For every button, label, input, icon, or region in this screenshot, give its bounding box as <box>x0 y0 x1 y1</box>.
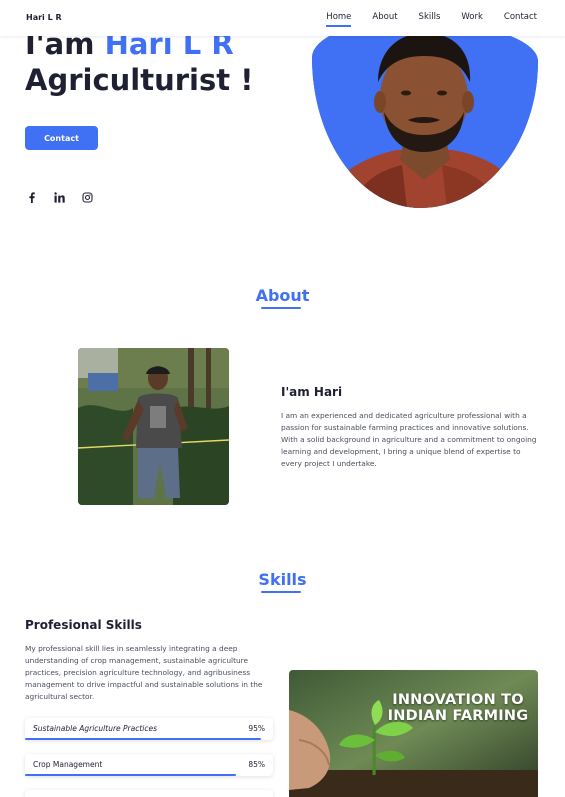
skill-percent: 95% <box>248 724 265 733</box>
skill-progress-bar <box>25 738 261 740</box>
skills-description: My professional skill lies in seamlessly… <box>25 644 263 701</box>
skill-card: Sustainable Agriculture Practices 95% <box>25 718 273 740</box>
skill-progress-bar <box>25 774 236 776</box>
site-header: Hari L R Home About Skills Work Contact <box>0 0 565 36</box>
linkedin-icon[interactable] <box>53 191 66 204</box>
contact-button[interactable]: Contact <box>25 126 98 150</box>
about-description: I am an experienced and dedicated agricu… <box>281 411 537 468</box>
skill-card: Crop Management 85% <box>25 754 273 776</box>
nav-contact[interactable]: Contact <box>504 12 537 22</box>
nav-work[interactable]: Work <box>461 12 483 22</box>
about-subtitle: I'am Hari <box>281 385 343 399</box>
innovation-image: INNOVATION TO INDIAN FARMING <box>289 670 538 797</box>
skill-name: Crop Management <box>33 760 103 769</box>
about-title: About <box>255 286 310 305</box>
hero-portrait <box>312 20 538 208</box>
instagram-icon[interactable] <box>81 191 94 204</box>
skill-percent: 85% <box>248 760 265 769</box>
about-photo <box>78 348 229 505</box>
site-logo[interactable]: Hari L R <box>26 13 62 22</box>
skill-card <box>25 790 273 797</box>
nav-home[interactable]: Home <box>326 12 352 27</box>
skill-name: Sustainable Agriculture Practices <box>33 724 158 733</box>
about-underline <box>261 307 301 309</box>
skills-underline <box>261 591 301 593</box>
facebook-icon[interactable] <box>25 191 38 204</box>
nav-skills[interactable]: Skills <box>419 12 441 22</box>
hero-title: I'am Hari L R Agriculturist ! <box>25 26 253 99</box>
skills-subtitle: Profesional Skills <box>25 618 142 632</box>
hero-role: Agriculturist ! <box>25 63 254 98</box>
skills-title: Skills <box>258 570 307 589</box>
main-nav: Home About Skills Work Contact <box>305 12 537 27</box>
nav-about[interactable]: About <box>372 12 397 22</box>
innovation-caption: INNOVATION TO INDIAN FARMING <box>387 692 529 724</box>
social-links <box>25 191 109 204</box>
